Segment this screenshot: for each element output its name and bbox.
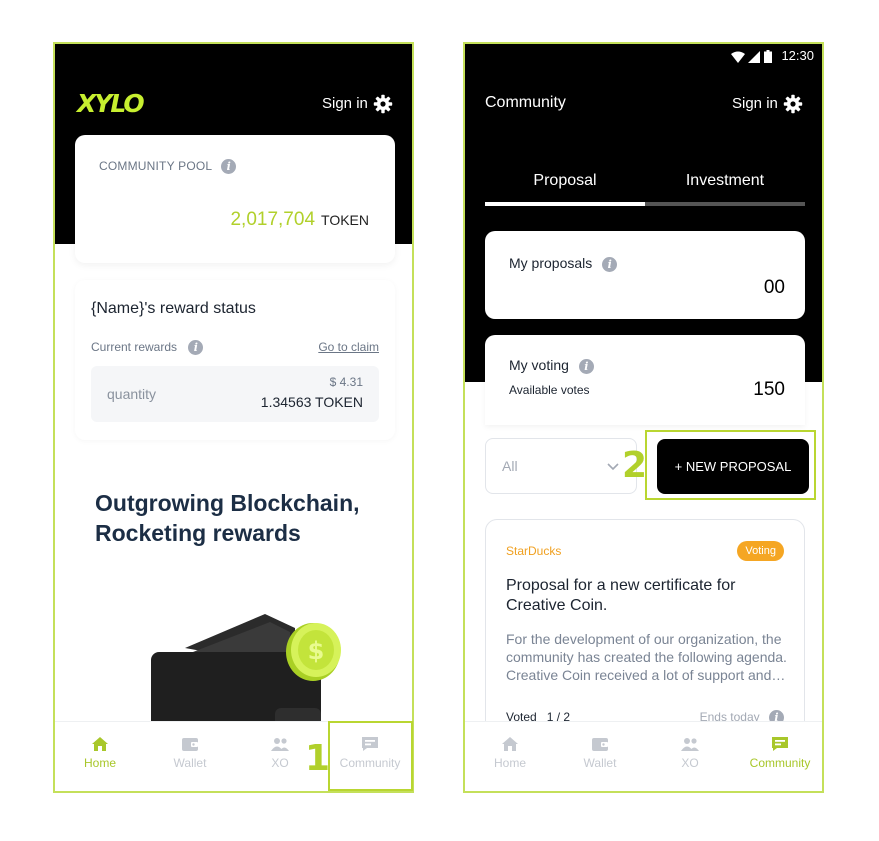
info-icon[interactable]: i bbox=[578, 358, 594, 374]
wifi-icon bbox=[730, 51, 745, 63]
status-badge: Voting bbox=[737, 541, 784, 561]
battery-icon bbox=[763, 50, 772, 64]
info-icon[interactable]: i bbox=[221, 159, 237, 175]
step1-highlight bbox=[328, 721, 413, 791]
reward-status-card: {Name}'s reward status Current rewards i… bbox=[75, 280, 395, 440]
quantity-label: quantity bbox=[107, 386, 157, 402]
my-voting-label: My voting bbox=[509, 357, 569, 373]
tab-investment[interactable]: Investment bbox=[645, 172, 805, 190]
app-logo: XYLO bbox=[77, 89, 145, 118]
home-icon bbox=[502, 737, 518, 751]
tab-home[interactable]: Home bbox=[465, 736, 555, 770]
proposal-org: StarDucks bbox=[506, 544, 562, 558]
pool-unit: TOKEN bbox=[321, 212, 369, 228]
signal-icon bbox=[748, 50, 761, 63]
wallet-illustration: $ bbox=[151, 614, 341, 728]
reward-token: 1.34563 TOKEN bbox=[260, 394, 363, 410]
sign-in-link[interactable]: Sign in bbox=[732, 95, 778, 112]
tab-wallet[interactable]: Wallet bbox=[555, 736, 645, 770]
chat-icon bbox=[772, 737, 788, 751]
bottom-tab-bar: Home Wallet XO Community bbox=[465, 721, 822, 791]
svg-text:$: $ bbox=[308, 637, 325, 665]
wallet-icon bbox=[182, 738, 198, 751]
people-icon bbox=[681, 738, 699, 751]
filter-value: All bbox=[502, 458, 518, 474]
community-screen: 12:30 Community Sign in Proposal Investm… bbox=[463, 42, 824, 793]
available-votes-count: 150 bbox=[753, 379, 785, 400]
gear-icon[interactable] bbox=[783, 94, 803, 114]
info-icon[interactable]: i bbox=[602, 256, 618, 272]
pool-amount: 2,017,704 bbox=[230, 209, 316, 230]
wallet-icon bbox=[592, 738, 608, 751]
tab-xo[interactable]: XO bbox=[645, 736, 735, 770]
gear-icon[interactable] bbox=[373, 94, 393, 114]
my-proposals-card[interactable]: My proposals i 00 bbox=[485, 231, 805, 319]
proposal-card[interactable]: StarDucks Voting Proposal for a new cert… bbox=[485, 519, 805, 749]
reward-usd: $ 4.31 bbox=[329, 375, 363, 389]
go-to-claim-link[interactable]: Go to claim bbox=[318, 340, 379, 354]
status-time: 12:30 bbox=[781, 48, 814, 63]
tab-proposal[interactable]: Proposal bbox=[485, 172, 645, 190]
my-proposals-label: My proposals bbox=[509, 255, 593, 271]
step1-number: 1 bbox=[305, 738, 331, 779]
info-icon[interactable]: i bbox=[188, 340, 204, 356]
filter-select[interactable]: All bbox=[485, 438, 637, 494]
available-votes-label: Available votes bbox=[509, 383, 590, 397]
home-screen: XYLO Sign in COMMUNITY POOL i 2,017,704 T… bbox=[53, 42, 414, 793]
community-pool-card: COMMUNITY POOL i 2,017,704 TOKEN bbox=[75, 135, 395, 263]
reward-title: {Name}'s reward status bbox=[91, 300, 256, 317]
proposal-title: Proposal for a new certificate for Creat… bbox=[506, 577, 736, 614]
home-icon bbox=[92, 737, 108, 751]
page-title: Community bbox=[485, 94, 566, 111]
proposal-description: For the development of our organization,… bbox=[506, 631, 787, 683]
hero-heading: Outgrowing Blockchain, Rocketing rewards bbox=[95, 490, 360, 546]
people-icon bbox=[271, 738, 289, 751]
pool-label: COMMUNITY POOL bbox=[99, 159, 212, 173]
tab-track bbox=[645, 202, 805, 206]
tab-home[interactable]: Home bbox=[55, 736, 145, 770]
my-proposals-count: 00 bbox=[763, 277, 785, 298]
tab-wallet[interactable]: Wallet bbox=[145, 736, 235, 770]
active-tab-indicator bbox=[485, 202, 645, 206]
step2-number: 2 bbox=[622, 445, 648, 486]
my-voting-card[interactable]: My voting i Available votes 150 bbox=[485, 335, 805, 425]
tab-community[interactable]: Community bbox=[735, 736, 822, 770]
status-bar: 12:30 bbox=[730, 48, 814, 64]
quantity-box: quantity $ 4.31 1.34563 TOKEN bbox=[91, 366, 379, 422]
chevron-down-icon bbox=[607, 463, 619, 471]
step2-highlight bbox=[645, 430, 816, 500]
sign-in-link[interactable]: Sign in bbox=[322, 95, 368, 112]
current-rewards-label: Current rewards bbox=[91, 340, 178, 354]
